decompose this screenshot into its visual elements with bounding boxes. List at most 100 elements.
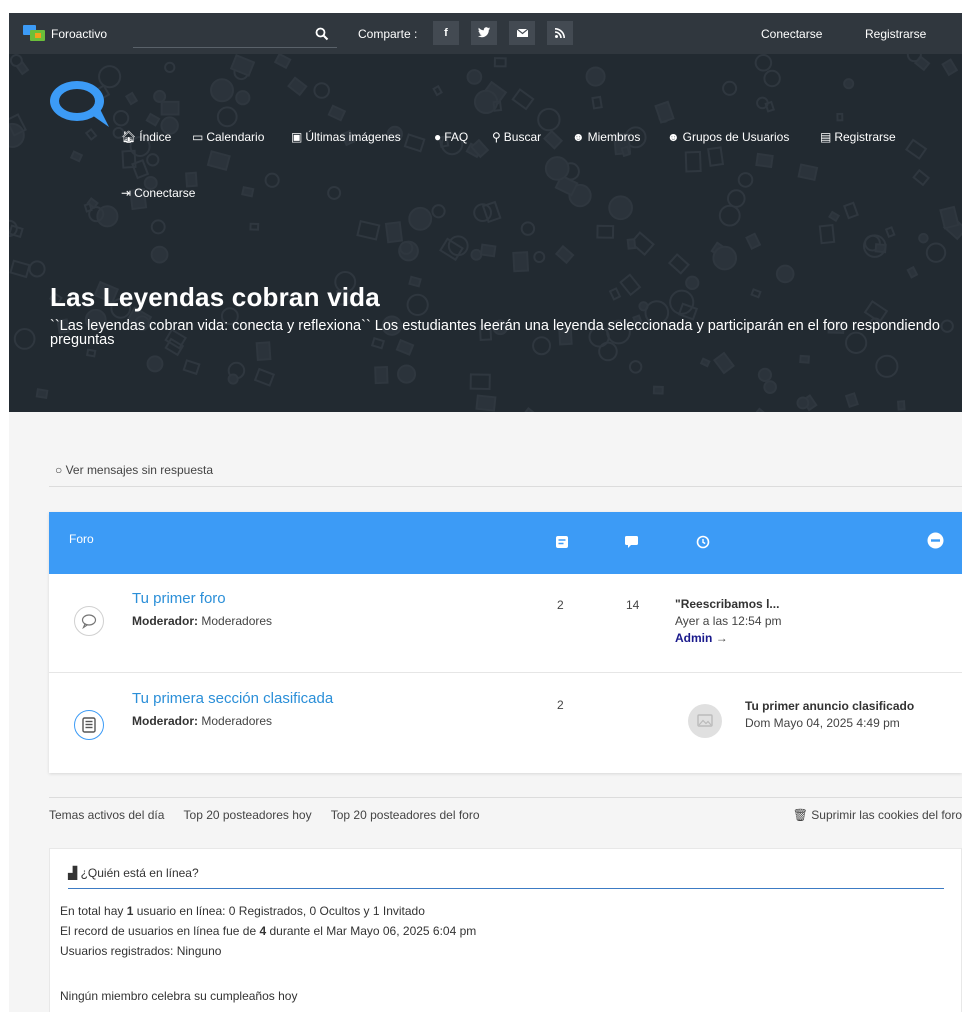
- moderator-link[interactable]: Moderadores: [201, 714, 272, 728]
- pattern-shape: [707, 146, 725, 167]
- who-is-online-panel: ▟ ¿Quién está en línea? En total hay 1 u…: [49, 848, 962, 1012]
- forum-table-header: Foro: [49, 512, 962, 574]
- pattern-shape: [722, 80, 738, 96]
- pattern-shape: [253, 367, 276, 387]
- nav-register[interactable]: ▤ Registrarse: [820, 130, 896, 144]
- image-placeholder-icon: [697, 714, 713, 727]
- rss-share-button[interactable]: [547, 21, 573, 45]
- twitter-share-button[interactable]: [471, 21, 497, 45]
- pattern-shape: [836, 112, 844, 122]
- pattern-shape: [718, 204, 741, 227]
- collapse-icon[interactable]: [927, 532, 944, 549]
- pattern-shape: [512, 251, 530, 273]
- nav-calendar[interactable]: ▭ Calendario: [192, 130, 264, 144]
- last-post-author[interactable]: Admin: [675, 631, 712, 645]
- nav-user-groups[interactable]: ☻ Grupos de Usuarios: [667, 130, 789, 144]
- topics-count: 2: [557, 598, 564, 612]
- pattern-shape: [542, 129, 564, 150]
- pattern-shape: [112, 109, 130, 127]
- nav-index[interactable]: 🏠︎ Índice: [121, 130, 171, 144]
- top-bar: Foroactivo Comparte : f Conectarse Regis…: [9, 13, 962, 54]
- pattern-shape: [585, 66, 606, 87]
- online-header-underline: [68, 888, 944, 889]
- moderator-link[interactable]: Moderadores: [201, 614, 272, 628]
- pattern-shape: [235, 90, 251, 106]
- pattern-shape: [249, 222, 260, 231]
- pattern-shape: [737, 172, 754, 188]
- forum-title: Las Leyendas cobran vida: [50, 282, 380, 312]
- pattern-shape: [843, 78, 855, 90]
- pattern-shape: [654, 100, 675, 124]
- pattern-shape: [652, 385, 664, 395]
- pattern-shape: [432, 84, 443, 97]
- nav-search[interactable]: ⚲ Buscar: [492, 130, 541, 144]
- nav-members[interactable]: ☻ Miembros: [572, 130, 640, 144]
- pattern-shape: [384, 221, 404, 244]
- pattern-shape: [628, 360, 643, 374]
- unanswered-icon: ○: [55, 463, 66, 477]
- footer-links: Temas activos del día Top 20 posteadores…: [49, 808, 496, 822]
- nav-faq[interactable]: ● FAQ: [434, 130, 468, 144]
- pattern-shape: [626, 238, 637, 250]
- top20-forum-link[interactable]: Top 20 posteadores del foro: [331, 808, 480, 822]
- forum-description: ``Las leyendas cobran vida: conecta y re…: [50, 318, 940, 348]
- nav-latest-images[interactable]: ▣ Últimas imágenes: [291, 130, 401, 144]
- image-icon: ▣: [291, 130, 303, 144]
- forum-moderator: Moderador: Moderadores: [132, 614, 273, 628]
- classified-thumbnail[interactable]: [688, 704, 722, 738]
- pattern-shape: [918, 232, 929, 244]
- pattern-shape: [939, 205, 960, 230]
- pattern-shape: [216, 106, 238, 128]
- active-topics-link[interactable]: Temas activos del día: [49, 808, 164, 822]
- online-header: ▟ ¿Quién está en línea?: [68, 866, 199, 880]
- forum-moderator: Moderador: Moderadores: [132, 714, 273, 728]
- go-to-post-icon[interactable]: →: [716, 631, 728, 645]
- pattern-shape: [818, 223, 836, 245]
- chat-bubble-icon: [81, 614, 97, 630]
- login-link[interactable]: Conectarse: [761, 27, 822, 41]
- email-share-button[interactable]: [509, 21, 535, 45]
- brand-name[interactable]: Foroactivo: [51, 27, 107, 41]
- background-pattern: [9, 54, 962, 412]
- pattern-shape: [150, 245, 169, 264]
- pattern-shape: [439, 237, 464, 262]
- unanswered-posts-link[interactable]: ○ Ver mensajes sin respuesta: [55, 463, 213, 477]
- pattern-shape: [35, 388, 49, 400]
- pattern-shape: [145, 112, 161, 127]
- forum-table: Foro Tu primer foro Moderador: Moderador…: [49, 512, 962, 773]
- register-icon: ▤: [820, 130, 832, 144]
- pattern-shape: [896, 400, 906, 411]
- nav-login[interactable]: ⇥ Conectarse: [121, 186, 195, 200]
- pattern-shape: [374, 365, 389, 385]
- delete-cookies-link[interactable]: 🗑︎ Suprimir las cookies del foro: [793, 808, 962, 822]
- pattern-shape: [796, 396, 810, 410]
- facebook-share-button[interactable]: f: [433, 21, 459, 45]
- last-post-title[interactable]: Tu primer anuncio clasificado: [745, 698, 914, 715]
- pattern-shape: [470, 248, 483, 261]
- forum-logo-icon[interactable]: [47, 77, 115, 135]
- pattern-shape: [399, 240, 414, 255]
- last-post-title[interactable]: "Reescribamos l...: [675, 596, 782, 613]
- forum-title-link[interactable]: Tu primer foro: [132, 590, 226, 607]
- pattern-shape: [537, 107, 561, 132]
- pattern-shape: [13, 328, 36, 350]
- top20-today-link[interactable]: Top 20 posteadores hoy: [184, 808, 312, 822]
- forum-title-link[interactable]: Tu primera sección clasificada: [132, 690, 333, 707]
- register-link[interactable]: Registrarse: [865, 27, 926, 41]
- trash-icon: 🗑︎: [792, 808, 812, 822]
- search-input[interactable]: [133, 22, 337, 48]
- calendar-icon: ▭: [192, 130, 204, 144]
- pattern-shape: [327, 185, 342, 200]
- search-icon[interactable]: [315, 27, 329, 41]
- posts-count: 14: [626, 598, 640, 612]
- pattern-shape: [520, 406, 542, 412]
- pattern-shape: [875, 354, 899, 378]
- pattern-shape: [554, 244, 575, 265]
- foroactivo-logo-icon[interactable]: [23, 25, 45, 42]
- pattern-shape: [69, 150, 84, 163]
- pattern-shape: [287, 76, 308, 97]
- pattern-shape: [684, 150, 702, 173]
- online-record: El record de usuarios en línea fue de 4 …: [60, 924, 477, 938]
- forum-status-icon: [74, 606, 104, 636]
- pattern-shape: [608, 195, 633, 221]
